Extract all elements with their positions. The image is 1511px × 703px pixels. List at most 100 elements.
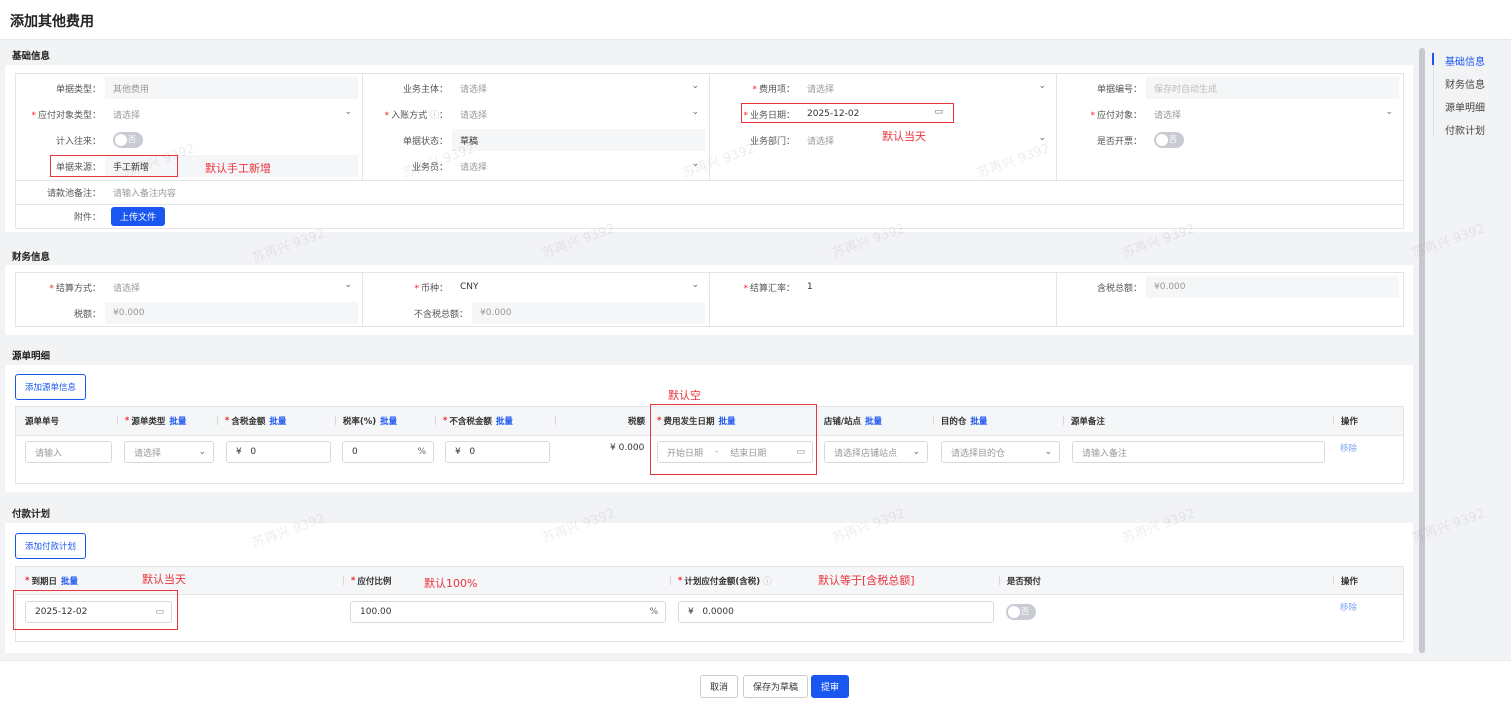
shop-select[interactable]: 请选择店铺站点 ⌄ [824,441,928,463]
doc-status-field: 草稿 [452,129,705,151]
remark-input[interactable]: 请输入备注内容 [105,181,1395,203]
section-finance-header: 财务信息 [12,252,51,263]
chevron-down-icon: ⌄ [198,447,206,457]
cancel-button[interactable]: 取消 [700,675,739,698]
help-icon: ⓘ [763,577,772,587]
footer-bar: 取消 保存为草稿 提审 [0,660,1511,703]
gross-total-field: ¥0.000 [1146,276,1399,298]
salesman-select[interactable]: 请选择 ⌄ [452,155,705,177]
entity-select[interactable]: 请选择 ⌄ [452,77,705,99]
submit-button[interactable]: 提审 [811,675,850,698]
batch-link[interactable]: 批量 [496,415,513,427]
net-amount-input[interactable]: ¥ 0 [445,441,550,463]
col-header: | * 计划应付金额(含税) ⓘ [669,576,772,587]
upload-file-button[interactable]: 上传文件 [111,206,166,226]
remove-link[interactable]: 移除 [1340,601,1357,613]
chevron-down-icon: ⌄ [1385,107,1393,117]
add-plan-button[interactable]: 添加付款计划 [15,533,87,559]
label: * 应付对象类型： [31,110,101,121]
tax-value: ¥ 0.000 [610,443,645,453]
annotation-box [13,590,178,630]
help-icon: ⓘ [429,110,439,121]
label: 请款池备注： [46,188,101,199]
col-header: | 店铺/站点 批量 [815,415,882,427]
scrollbar[interactable] [1419,48,1425,653]
rate-field[interactable]: 1 [799,276,1052,298]
col-header: | * 不含税金额 批量 [434,415,513,427]
payee-select[interactable]: 请选择 ⌄ [1146,103,1399,125]
label: 业务部门： [749,136,795,147]
label: 计入往来： [55,136,101,147]
label: * 结算汇率： [743,283,795,294]
col-header: | 是否预付 [998,576,1041,587]
section-basic-header: 基础信息 [12,51,51,62]
ratio-input[interactable]: 100.00% [350,601,666,623]
label: * 费用项： [752,84,795,95]
label: 是否开票： [1096,136,1142,147]
title-bar [0,0,1511,40]
label: 税额： [73,309,101,320]
label: * 应付对象： [1090,110,1142,121]
label: 不含税总额： [413,309,468,320]
prepay-toggle[interactable]: 否 [1006,604,1036,620]
doc-type-field: 其他费用 [105,77,358,99]
col-header: | 税率(%) 批量 [334,415,398,427]
settle-select[interactable]: 请选择 ⌄ [105,276,358,298]
tax-field: ¥0.000 [105,302,358,324]
net-total-field: ¥0.000 [472,302,705,324]
label: 单据状态： [402,136,448,147]
warehouse-select[interactable]: 请选择目的仓 ⌄ [941,441,1060,463]
col-header: 税额 [628,417,646,427]
page-title: 添加其他费用 [10,14,94,30]
source-remark-input[interactable]: 请输入备注 [1072,441,1325,463]
payee-type-select[interactable]: 请选择 ⌄ [105,103,358,125]
nav-plan[interactable]: 付款计划 [1445,122,1485,145]
nav-active-indicator [1432,53,1434,65]
source-type-select[interactable]: 请选择 ⌄ [124,441,214,463]
chevron-down-icon: ⌄ [691,107,699,117]
nav-finance[interactable]: 财务信息 [1445,76,1485,99]
include-ar-toggle[interactable]: 否 [113,132,143,148]
annotation-note: 默认100% [424,577,478,590]
gross-amount-input[interactable]: ¥ 0 [226,441,331,463]
batch-link[interactable]: 批量 [269,415,286,427]
annotation-box [650,404,817,475]
chevron-down-icon: ⌄ [344,107,352,117]
add-source-button[interactable]: 添加源单信息 [15,374,87,400]
batch-link[interactable]: 批量 [380,415,397,427]
batch-link[interactable]: 批量 [865,415,882,427]
chevron-down-icon: ⌄ [1044,447,1052,457]
nav-source[interactable]: 源单明细 [1445,99,1485,122]
label: 业务主体： [402,84,448,95]
batch-link[interactable]: 批量 [169,415,186,427]
section-source-header: 源单明细 [12,351,51,362]
col-header: | * 含税金额 批量 [216,415,287,427]
chevron-down-icon: ⌄ [691,81,699,91]
chevron-down-icon: ⌄ [1038,81,1046,91]
col-header: | * 源单类型 批量 [116,415,187,427]
batch-link[interactable]: 批量 [970,415,987,427]
label: 含税总额： [1096,283,1142,294]
label: * 结算方式： [49,283,101,294]
currency-select[interactable]: CNY ⌄ [452,276,705,298]
tax-rate-input[interactable]: 0% [342,441,434,463]
label: 附件： [73,212,101,223]
batch-link[interactable]: 批量 [61,575,78,587]
label: 单据编号： [1096,84,1142,95]
label: * 入账方式 ⓘ： [384,110,448,121]
annotation-note: 默认当天 [142,573,186,586]
fee-item-select[interactable]: 请选择 ⌄ [799,77,1052,99]
save-draft-button[interactable]: 保存为草稿 [743,675,809,698]
remove-link[interactable]: 移除 [1340,442,1357,454]
annotation-note: 默认手工新增 [205,162,271,175]
col-header: 源单单号 [25,417,60,427]
nav-basic[interactable]: 基础信息 [1445,53,1485,76]
account-method-select[interactable]: 请选择 ⌄ [452,103,705,125]
source-no-input[interactable]: 请输入 [25,441,112,463]
invoice-toggle[interactable]: 否 [1154,132,1184,148]
col-header: | * 应付比例 [342,576,392,587]
plan-amount-input[interactable]: ¥ 0.0000 [678,601,994,623]
value: 其他费用 [113,84,150,95]
col-header: | [554,416,557,426]
col-header: | 操作 [1332,416,1358,427]
